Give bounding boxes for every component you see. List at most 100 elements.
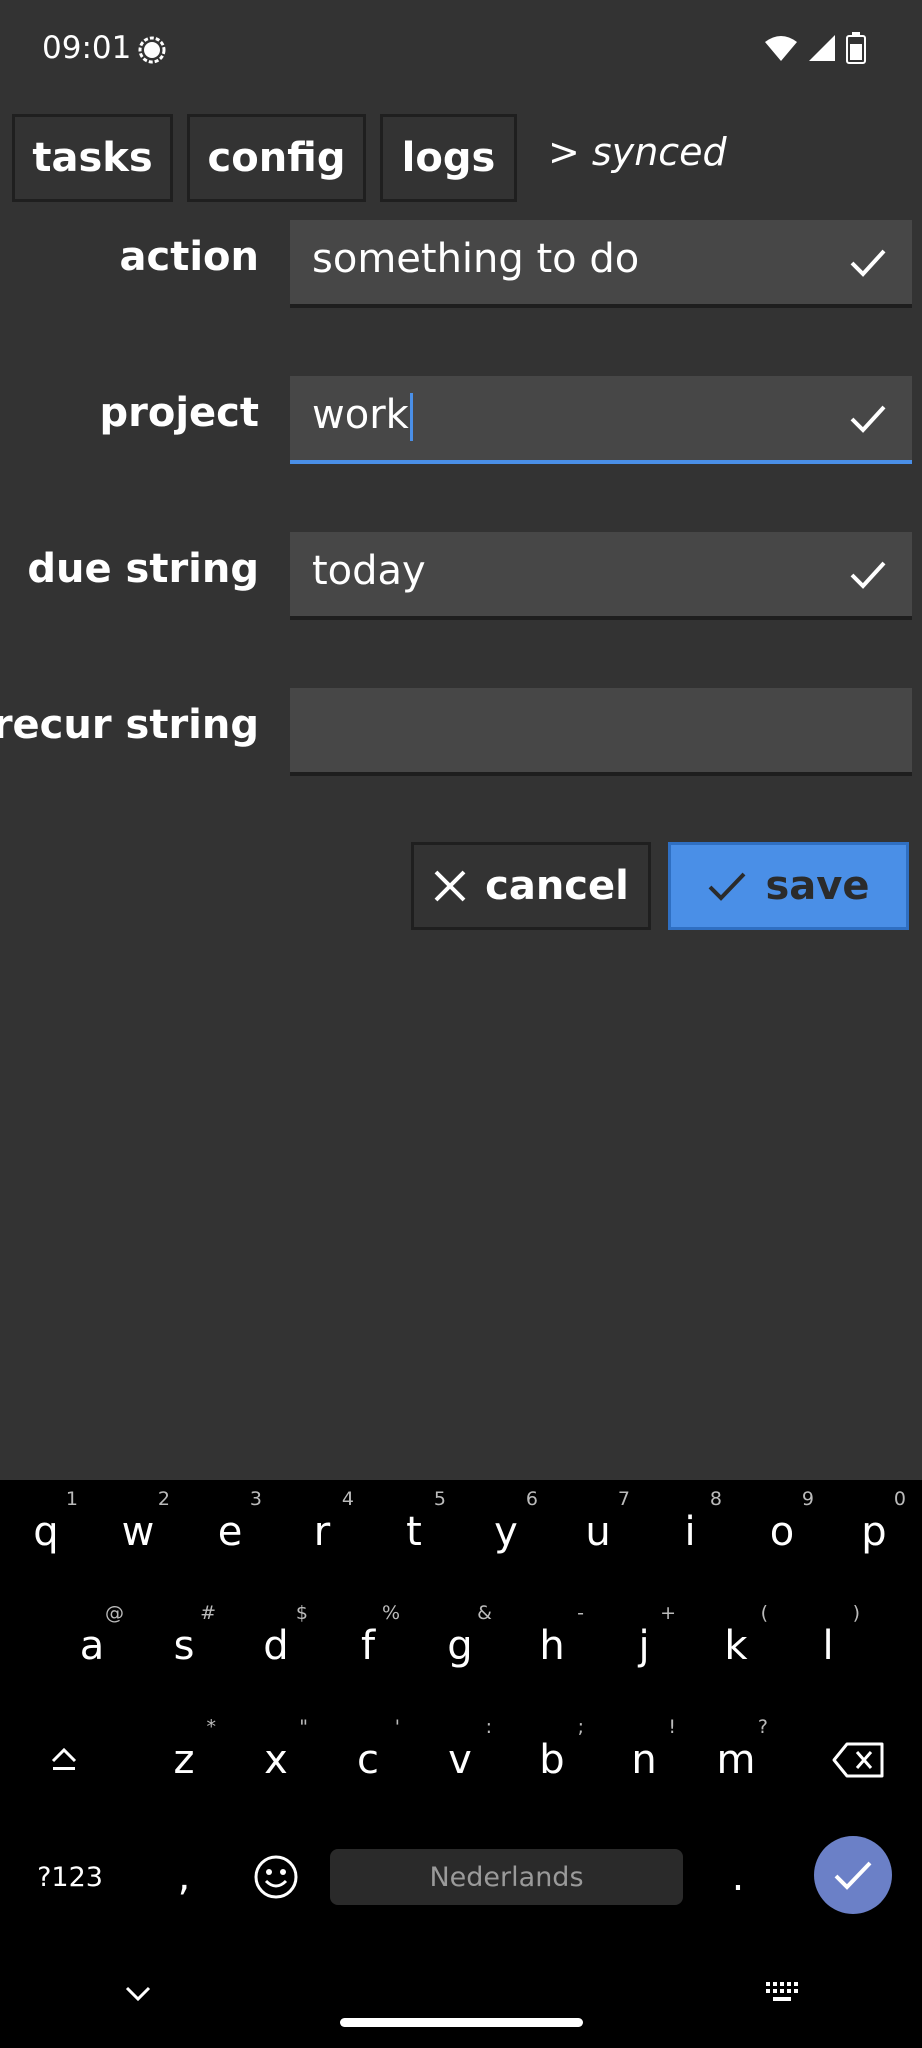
symbols-key[interactable]: ?123 [22,1827,118,1927]
key-label: k [724,1623,748,1669]
key-w[interactable]: w2 [92,1482,184,1582]
key-hint: @ [105,1602,124,1624]
key-j[interactable]: j + [598,1596,690,1696]
key-f[interactable]: f% [322,1596,414,1696]
key-hint: " [299,1716,308,1738]
key-hint: ' [394,1716,400,1738]
key-label: n [631,1737,657,1783]
project-field-content: work [312,392,413,441]
key-d[interactable]: d $ [230,1596,322,1696]
tab-logs[interactable]: logs [380,114,517,202]
key-r[interactable]: r4 [276,1482,368,1582]
key-label: v [448,1737,472,1783]
key-label: d [263,1623,289,1669]
key-label: l [822,1623,834,1669]
key-hint: & [477,1602,492,1624]
key-u[interactable]: u7 [552,1482,644,1582]
keyboard-switch-icon[interactable] [764,1980,802,2006]
key-label: o [769,1509,795,1555]
key-hint: 2 [157,1488,170,1510]
key-s[interactable]: s # [138,1596,230,1696]
key-a[interactable]: a @ [46,1596,138,1696]
key-l[interactable]: l) [782,1596,874,1696]
action-label: action [119,234,260,280]
key-hint: ( [760,1602,768,1624]
key-label: f [360,1623,376,1669]
key-hint: * [206,1716,217,1738]
key-t[interactable]: t5 [368,1482,460,1582]
key-o[interactable]: o9 [736,1482,828,1582]
key-label: b [539,1737,565,1783]
home-indicator[interactable] [340,2018,583,2027]
cancel-button-label: cancel [485,863,629,909]
save-button-label: save [765,863,870,909]
due-string-field[interactable]: today [290,532,912,620]
tab-config[interactable]: config [187,114,366,202]
key-hint: # [200,1602,216,1624]
status-time: 09:01 [42,30,132,66]
key-hint: : [485,1716,492,1738]
recur-string-field[interactable] [290,688,912,776]
check-icon [709,872,746,901]
key-m[interactable]: m? [690,1710,782,1810]
key-k[interactable]: k( [690,1596,782,1696]
check-icon [850,249,886,277]
shift-key[interactable] [18,1710,110,1810]
save-button[interactable]: save [668,842,909,930]
key-label: y [494,1509,518,1555]
key-v[interactable]: v: [414,1710,506,1810]
key-b[interactable]: b; [506,1710,598,1810]
key-y[interactable]: y6 [460,1482,552,1582]
status-bar: 09:01 [0,0,922,100]
key-hint: ! [668,1716,676,1738]
key-z[interactable]: z * [138,1710,230,1810]
key-n[interactable]: n! [598,1710,690,1810]
key-h[interactable]: h- [506,1596,598,1696]
key-hint: 8 [709,1488,722,1510]
enter-key[interactable] [814,1836,892,1914]
key-hint: 4 [341,1488,354,1510]
key-label: u [585,1509,611,1555]
emoji-icon [254,1855,298,1899]
status-icons [764,32,866,64]
key-label: c [357,1737,379,1783]
key-q[interactable]: q1 [0,1482,92,1582]
project-field[interactable]: work [290,376,912,464]
key-hint: 3 [249,1488,262,1510]
cancel-button[interactable]: cancel [411,842,651,930]
comma-key[interactable]: , [138,1827,230,1927]
key-hint: % [381,1602,400,1624]
period-key[interactable]: . [692,1827,784,1927]
wifi-icon [765,36,797,61]
backspace-icon [832,1742,884,1778]
emoji-key[interactable] [230,1827,322,1927]
sync-status: > synced [548,130,727,174]
text-caret [409,393,413,441]
key-hint: ? [757,1716,768,1738]
hide-keyboard-icon[interactable] [124,1985,152,2003]
check-icon [850,561,886,589]
due-string-field-value: today [312,548,426,594]
action-field-value: something to do [312,236,640,282]
key-p[interactable]: p0 [828,1482,920,1582]
key-hint: 7 [617,1488,630,1510]
signal-app-icon [138,36,166,64]
project-field-value: work [312,392,409,438]
key-label: x [264,1737,288,1783]
tab-tasks[interactable]: tasks [12,114,173,202]
due-string-label: due string [27,546,259,592]
key-g[interactable]: g & [414,1596,506,1696]
key-label: s [173,1623,195,1669]
key-i[interactable]: i8 [644,1482,736,1582]
key-label: a [79,1623,105,1669]
backspace-key[interactable] [812,1710,904,1810]
key-x[interactable]: x " [230,1710,322,1810]
space-bar[interactable]: Nederlands [330,1849,683,1905]
key-e[interactable]: e3 [184,1482,276,1582]
key-label: w [121,1509,155,1555]
key-label: e [217,1509,243,1555]
shift-icon [51,1747,77,1770]
key-c[interactable]: c ' [322,1710,414,1810]
key-hint: 6 [525,1488,538,1510]
action-field[interactable]: something to do [290,220,912,308]
